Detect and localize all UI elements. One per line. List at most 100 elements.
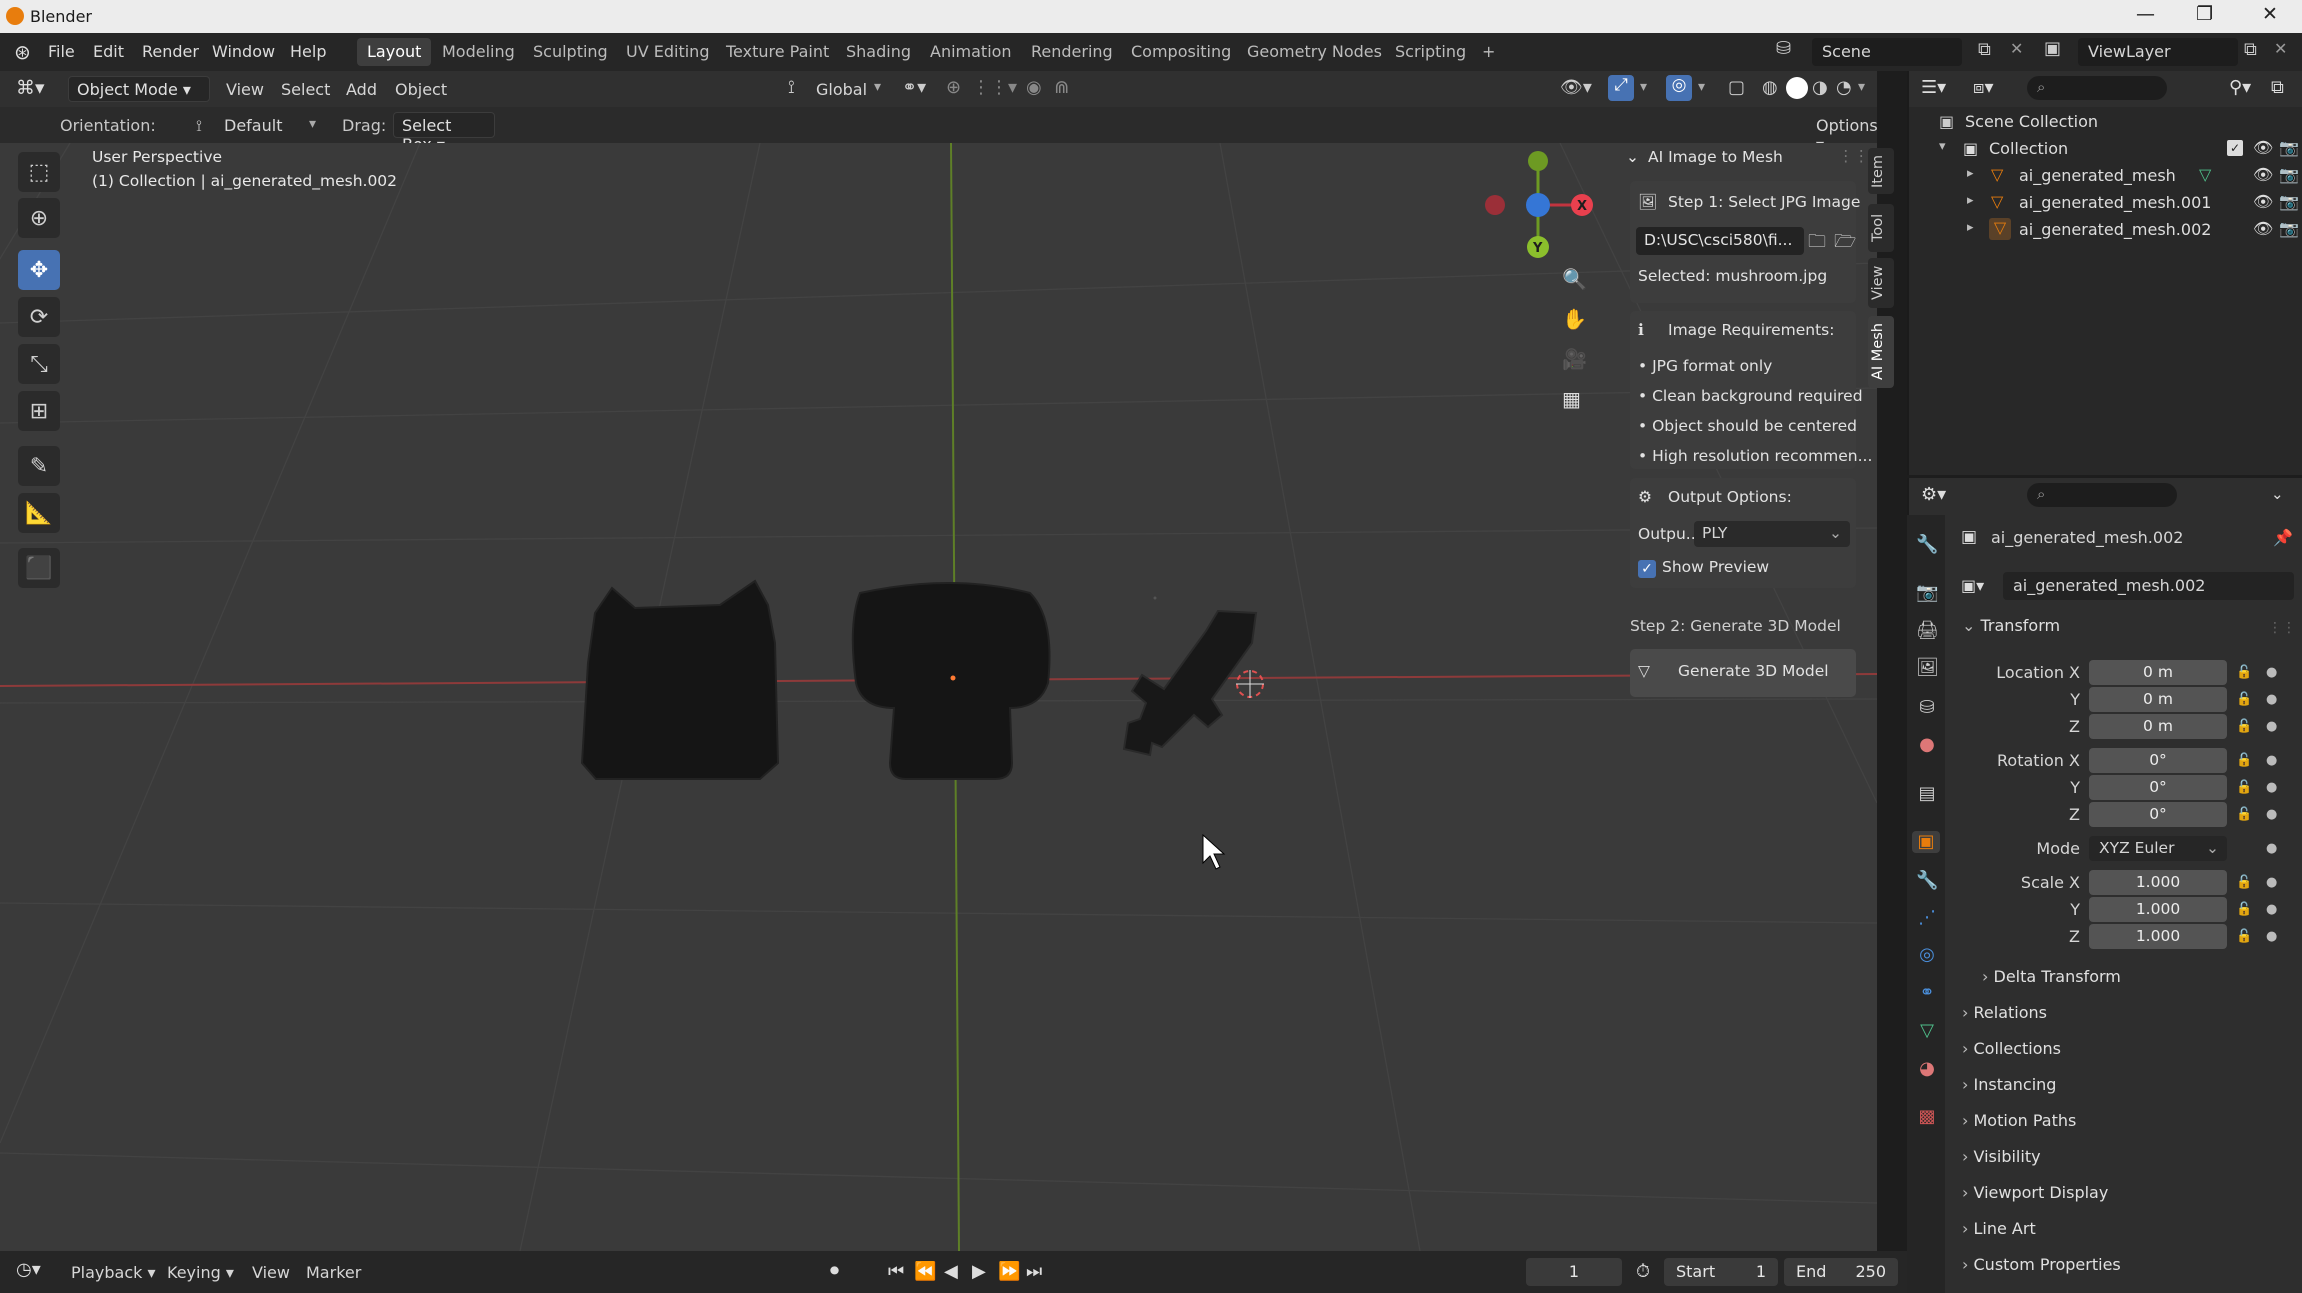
header-menu-add[interactable]: Add xyxy=(346,80,377,99)
drag-handle-icon[interactable]: ⋮⋮ xyxy=(1838,147,1869,165)
blender-menu-icon[interactable]: ⊛ xyxy=(14,40,31,64)
outliner-object-row[interactable]: ▸ ▽ ai_generated_mesh.002 👁 📷 xyxy=(1909,216,2302,243)
view-layer-tab-icon[interactable]: 🖼 xyxy=(1916,657,1939,679)
scene-icon[interactable]: ⛁ xyxy=(1776,38,1804,66)
object-name-field[interactable]: ai_generated_mesh.002 xyxy=(2003,572,2294,600)
timeline-editor-type-icon[interactable]: ◷▾ xyxy=(16,1259,41,1280)
snap-target-icon[interactable]: ⋮⋮▾ xyxy=(972,77,1017,98)
tab-layout[interactable]: Layout xyxy=(357,38,432,66)
add-cube-tool[interactable]: ⬛ xyxy=(18,548,60,588)
material-tab-icon[interactable]: ◕ xyxy=(1916,1058,1938,1080)
delete-view-layer-icon[interactable]: ✕ xyxy=(2274,39,2287,58)
rotate-tool[interactable]: ⟳ xyxy=(18,297,60,337)
collections-section[interactable]: › Collections xyxy=(1962,1039,2288,1071)
panel-collapse-icon[interactable]: ⌄ xyxy=(1626,148,1639,166)
visibility-section[interactable]: › Visibility xyxy=(1962,1147,2288,1179)
eye-icon[interactable]: 👁 xyxy=(2253,165,2273,184)
jump-start-icon[interactable]: ⏮ xyxy=(888,1261,904,1282)
display-mode-icon[interactable]: ⧈▾ xyxy=(1973,77,1993,98)
delete-scene-icon[interactable]: ✕ xyxy=(2010,39,2023,58)
jump-end-icon[interactable]: ⏭ xyxy=(1026,1261,1042,1282)
minimize-button[interactable]: — xyxy=(2136,3,2155,25)
expand-arrow-icon[interactable]: ▸ xyxy=(1967,166,1974,181)
lock-icon[interactable]: 🔓 xyxy=(2236,875,2252,890)
proportional-falloff-icon[interactable]: ⋒ xyxy=(1054,77,1069,98)
data-tab-icon[interactable]: ▽ xyxy=(1916,1020,1938,1042)
filter-icon[interactable]: ⚲▾ xyxy=(2229,77,2251,98)
snap-icon[interactable]: ⊕ xyxy=(946,77,961,98)
rotation-z-field[interactable]: 0° xyxy=(2089,802,2227,827)
scale-tool[interactable]: ⤡ xyxy=(18,344,60,384)
tab-animation[interactable]: Animation xyxy=(920,38,1022,66)
xray-toggle-icon[interactable]: ▢ xyxy=(1728,77,1745,98)
header-menu-view[interactable]: View xyxy=(226,80,264,99)
rendered-shading-icon[interactable]: ◔ xyxy=(1836,77,1852,98)
keyframe-dot-icon[interactable]: ● xyxy=(2266,692,2277,707)
tab-texture-paint[interactable]: Texture Paint xyxy=(716,38,839,66)
properties-editor-type-icon[interactable]: ⚙▾ xyxy=(1921,484,1946,505)
close-button[interactable]: ✕ xyxy=(2262,3,2278,25)
pan-hand-icon[interactable]: ✋ xyxy=(1562,307,1587,331)
tab-sculpting[interactable]: Sculpting xyxy=(523,38,618,66)
pin-icon[interactable]: 📌 xyxy=(2273,528,2293,547)
keyframe-dot-icon[interactable]: ● xyxy=(2266,753,2277,768)
expand-arrow-icon[interactable]: ▸ xyxy=(1967,193,1974,208)
view-layer-icon[interactable]: ▣ xyxy=(2044,38,2061,59)
file-path-field[interactable]: D:\USC\csci580\fi... xyxy=(1636,227,1804,255)
outliner-search-input[interactable]: ⌕ xyxy=(2027,76,2167,100)
lock-icon[interactable]: 🔓 xyxy=(2236,780,2252,795)
pivot-point-icon[interactable]: ⚭▾ xyxy=(902,77,926,98)
menu-edit[interactable]: Edit xyxy=(93,42,124,61)
record-icon[interactable]: ⏺ xyxy=(830,1260,839,1281)
eye-icon[interactable]: 👁 xyxy=(2253,219,2273,238)
viewport-display-section[interactable]: › Viewport Display xyxy=(1962,1183,2288,1215)
menu-render[interactable]: Render xyxy=(142,42,199,61)
keyframe-dot-icon[interactable]: ● xyxy=(2266,929,2277,944)
output-format-dropdown[interactable]: PLY ⌄ xyxy=(1694,521,1850,547)
jump-keyframe-back-icon[interactable]: ⏪ xyxy=(914,1261,936,1282)
tab-item[interactable]: Item xyxy=(1868,148,1894,194)
tab-modeling[interactable]: Modeling xyxy=(432,38,525,66)
scene-tab-icon[interactable]: ⛁ xyxy=(1916,697,1938,719)
line-art-section[interactable]: › Line Art xyxy=(1962,1219,2288,1251)
editor-type-icon[interactable]: ⌘▾ xyxy=(16,77,45,99)
cursor-tool[interactable]: ⊕ xyxy=(18,198,60,238)
cat-mesh[interactable] xyxy=(580,579,780,780)
perspective-toggle-icon[interactable]: ▦ xyxy=(1562,387,1581,411)
3d-viewport[interactable]: X Y User Perspective (1) Collection | ai… xyxy=(0,143,1877,1251)
physics-tab-icon[interactable]: ◎ xyxy=(1916,944,1938,966)
rotation-y-field[interactable]: 0° xyxy=(2089,775,2227,800)
transform-section-header[interactable]: ⌄ Transform xyxy=(1962,616,2288,648)
new-scene-icon[interactable]: ⧉ xyxy=(1978,39,1991,60)
measure-tool[interactable]: 📐 xyxy=(18,493,60,533)
camera-icon[interactable]: 📷 xyxy=(2279,138,2299,157)
tab-shading[interactable]: Shading xyxy=(836,38,921,66)
visibility-icon[interactable]: 👁▾ xyxy=(1560,77,1592,98)
motion-paths-section[interactable]: › Motion Paths xyxy=(1962,1111,2288,1143)
keyframe-dot-icon[interactable]: ● xyxy=(2266,875,2277,890)
sword-mesh[interactable] xyxy=(1122,609,1258,757)
scale-y-field[interactable]: 1.000 xyxy=(2089,897,2227,922)
keyframe-dot-icon[interactable]: ● xyxy=(2266,902,2277,917)
menu-file[interactable]: File xyxy=(48,42,75,61)
gizmo-neg-x-icon[interactable] xyxy=(1485,195,1505,215)
drag-handle-icon[interactable]: ⋮⋮ xyxy=(2268,620,2296,636)
play-reverse-icon[interactable]: ◀ xyxy=(944,1261,958,1282)
camera-icon[interactable]: 📷 xyxy=(2279,219,2299,238)
collection-tab-icon[interactable]: ▤ xyxy=(1916,783,1938,805)
eye-icon[interactable]: 👁 xyxy=(2253,192,2273,211)
transform-orientation-dropdown[interactable]: Global xyxy=(816,80,867,99)
lock-icon[interactable]: 🔓 xyxy=(2236,692,2252,707)
drag-dropdown[interactable]: Select Box ▾ xyxy=(393,112,495,154)
keyframe-dot-icon[interactable]: ● xyxy=(2266,807,2277,822)
tab-uv-editing[interactable]: UV Editing xyxy=(616,38,719,66)
relations-section[interactable]: › Relations xyxy=(1962,1003,2288,1035)
keyframe-dot-icon[interactable]: ● xyxy=(2266,841,2277,856)
open-file-icon[interactable]: 🗀 xyxy=(1808,229,1826,259)
new-view-layer-icon[interactable]: ⧉ xyxy=(2244,39,2257,60)
scale-x-field[interactable]: 1.000 xyxy=(2089,870,2227,895)
stopwatch-icon[interactable]: ⏱ xyxy=(1636,1261,1650,1282)
constraints-tab-icon[interactable]: ⚭ xyxy=(1916,982,1938,1004)
select-box-tool[interactable]: ⬚ xyxy=(18,152,60,192)
wireframe-shading-icon[interactable]: ◍ xyxy=(1762,77,1778,98)
